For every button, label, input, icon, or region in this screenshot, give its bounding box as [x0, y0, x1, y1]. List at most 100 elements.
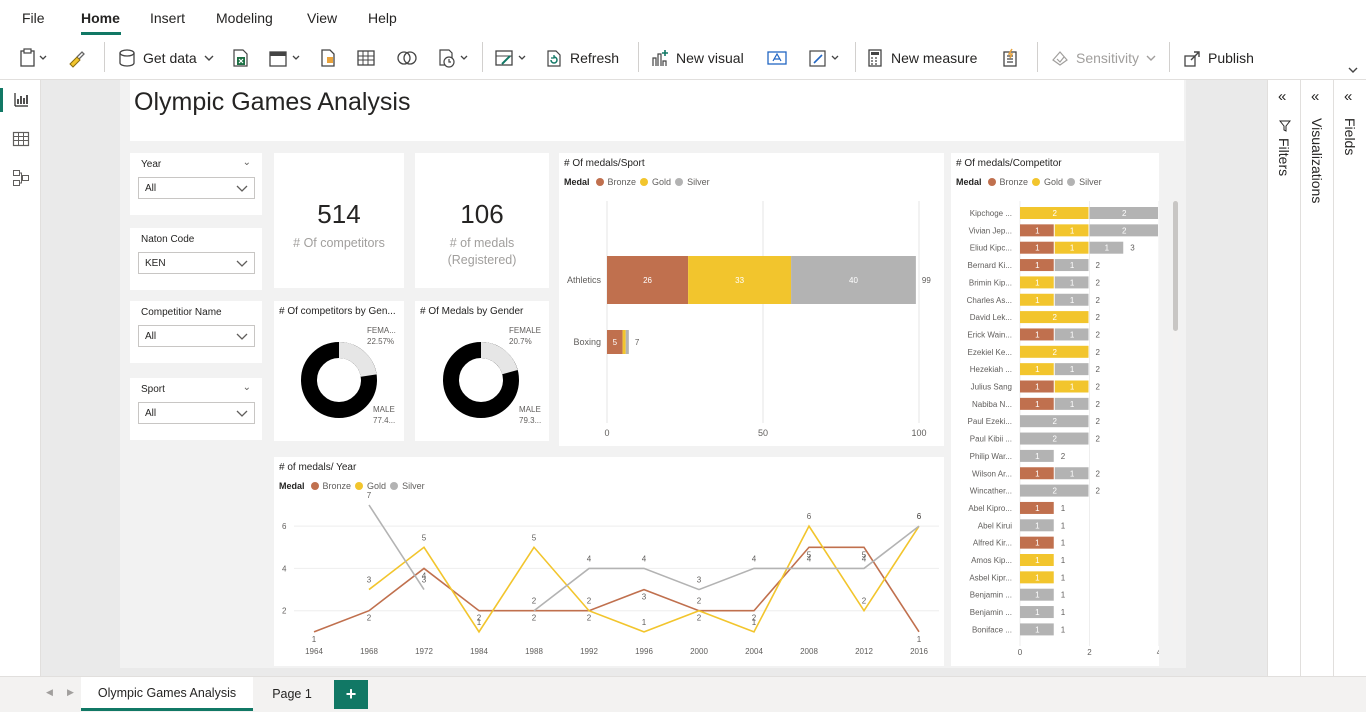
data-label: 1: [1070, 226, 1075, 235]
visualizations-pane[interactable]: « Visualizations: [1301, 80, 1334, 676]
visualizations-label: Visualizations: [1309, 118, 1325, 204]
competitor-bar-chart: 024Kipchoge ...224Vivian Jep...1124Eliud…: [967, 201, 1159, 657]
slicer-sport[interactable]: Sport ⌄ All: [130, 378, 262, 440]
data-label: 1: [1035, 226, 1040, 235]
menu-insert[interactable]: Insert: [150, 10, 185, 26]
page-tab-page1[interactable]: Page 1: [255, 677, 329, 711]
clipboard-icon: [20, 48, 47, 67]
total-label: 2: [1061, 452, 1066, 461]
collapse-icon[interactable]: «: [1311, 88, 1319, 105]
menu-home[interactable]: Home: [81, 10, 120, 26]
donut-medals-card[interactable]: # Of Medals by Gender FEMALE 20.7% MALE …: [415, 301, 549, 441]
data-label: 2: [1053, 348, 1058, 357]
total-label: 3: [1130, 244, 1135, 253]
total-label: 2: [1096, 417, 1101, 426]
category-label: David Lek...: [970, 313, 1012, 322]
collapse-icon[interactable]: «: [1344, 88, 1352, 105]
report-view-button[interactable]: [12, 90, 30, 111]
enter-data-button[interactable]: [356, 44, 376, 72]
refresh-button[interactable]: Refresh: [544, 44, 619, 72]
collapse-icon[interactable]: «: [1278, 88, 1286, 105]
kpi-competitors-card[interactable]: 514 # Of competitors: [274, 153, 404, 288]
table-view-button[interactable]: [12, 130, 30, 151]
data-hub-button[interactable]: [268, 44, 304, 72]
page-tabs-bar: ◀ ▶ Olympic Games Analysis Page 1 +: [0, 676, 1366, 712]
category-label: Kipchoge ...: [970, 209, 1012, 218]
data-label: 2: [1053, 417, 1058, 426]
slicer-nation-code[interactable]: Naton Code KEN: [130, 228, 262, 290]
model-view-button[interactable]: [12, 169, 30, 190]
category-label: Hezekiah ...: [970, 365, 1012, 374]
recent-sources-button[interactable]: [437, 44, 473, 72]
menu-view[interactable]: View: [307, 10, 337, 26]
more-visuals-button[interactable]: [808, 44, 844, 72]
chevron-down-icon[interactable]: ⌄: [243, 382, 251, 393]
transform-data-button[interactable]: [494, 44, 530, 72]
text-box-icon: [767, 51, 787, 65]
data-label: 4: [642, 554, 647, 563]
filters-pane[interactable]: « Filters: [1268, 80, 1301, 676]
category-label: Benjamin ...: [970, 608, 1012, 617]
x-tick-label: 1968: [360, 647, 378, 656]
total-label: 2: [1096, 278, 1101, 287]
data-label: 7: [367, 491, 372, 500]
x-tick-label: 1964: [305, 647, 323, 656]
add-page-button[interactable]: +: [334, 680, 368, 709]
filters-label: Filters: [1276, 138, 1292, 177]
data-label: 2: [532, 614, 537, 623]
slicer-sport-label: Sport: [141, 384, 165, 395]
title-card[interactable]: Olympic Games Analysis: [130, 80, 1184, 141]
menu-modeling[interactable]: Modeling: [216, 10, 273, 26]
data-label: 5: [613, 338, 618, 347]
data-label: 1: [1070, 278, 1075, 287]
medals-by-sport-card[interactable]: # Of medals/Sport Medal Bronze Gold Silv…: [559, 153, 944, 446]
new-visual-button[interactable]: New visual: [650, 44, 744, 72]
donut-competitors-card[interactable]: # Of competitors by Gen... FEMA... 22.57…: [274, 301, 404, 441]
new-visual-icon: [652, 50, 668, 66]
kpi-medals-card[interactable]: 106 # of medals (Registered): [415, 153, 549, 288]
donut-medals-male-pct: 79.3...: [519, 416, 542, 425]
slicer-nation-dropdown[interactable]: KEN: [138, 252, 255, 274]
report-page: Olympic Games Analysis Year ⌄ All Naton …: [120, 80, 1186, 668]
slicer-year[interactable]: Year ⌄ All: [130, 153, 262, 215]
category-label: Vivian Jep...: [969, 226, 1012, 235]
data-label: 2: [697, 614, 702, 623]
data-label: 1: [1035, 296, 1040, 305]
data-label: 5: [532, 533, 537, 542]
fields-pane[interactable]: « Fields: [1334, 80, 1366, 676]
medals-by-year-card[interactable]: # of medals/ Year Medal Bronze Gold Silv…: [274, 457, 944, 666]
menu-help[interactable]: Help: [368, 10, 397, 26]
data-label: 1: [1035, 521, 1040, 530]
slicer-sport-dropdown[interactable]: All: [138, 402, 255, 424]
dataverse-button[interactable]: [396, 44, 418, 72]
menu-file[interactable]: File: [22, 10, 45, 26]
slicer-competitor-dropdown[interactable]: All: [138, 325, 255, 347]
quick-measure-button[interactable]: [1000, 44, 1020, 72]
scrollbar-thumb[interactable]: [1173, 201, 1178, 331]
total-label: 2: [1096, 435, 1101, 444]
total-label: 7: [635, 338, 640, 347]
new-measure-button[interactable]: New measure: [865, 44, 977, 72]
page-tab-olympic[interactable]: Olympic Games Analysis: [81, 677, 253, 711]
paste-button[interactable]: [18, 44, 48, 72]
total-label: 1: [1061, 608, 1066, 617]
format-painter-button[interactable]: [66, 44, 86, 72]
scroll-left-icon[interactable]: ◀: [46, 687, 53, 698]
publish-button[interactable]: Publish: [1182, 44, 1254, 72]
slicer-year-dropdown[interactable]: All: [138, 177, 255, 199]
collapse-ribbon-button[interactable]: [1347, 64, 1359, 79]
text-box-button[interactable]: [766, 44, 788, 72]
sensitivity-button[interactable]: Sensitivity: [1050, 44, 1157, 72]
table-icon: [12, 131, 30, 147]
kpi-competitors-value: 514: [317, 199, 361, 229]
dataflow-button[interactable]: [318, 44, 338, 72]
get-data-button[interactable]: Get data: [117, 44, 215, 72]
publish-label: Publish: [1208, 50, 1254, 66]
chevron-down-icon[interactable]: ⌄: [243, 157, 251, 168]
scroll-right-icon[interactable]: ▶: [67, 687, 74, 698]
slicer-competitor-name[interactable]: Competitior Name All: [130, 301, 262, 363]
menu-bar: File Home Insert Modeling View Help: [0, 0, 1366, 36]
excel-button[interactable]: [230, 44, 250, 72]
filter-icon: [1279, 120, 1291, 132]
medals-by-competitor-card[interactable]: # Of medals/Competitor Medal Bronze Gold…: [951, 153, 1178, 666]
